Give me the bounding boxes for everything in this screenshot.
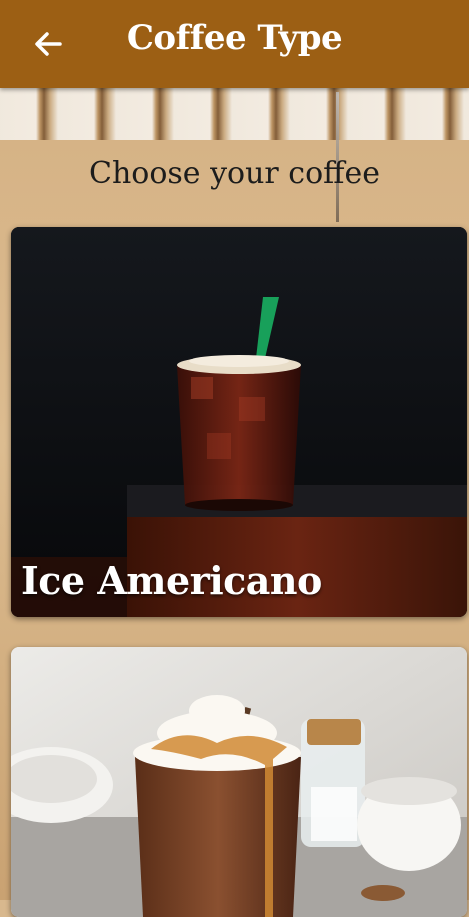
page-title: Coffee Type [126, 18, 343, 58]
app-bar: Coffee Type [0, 0, 469, 88]
caramel-latte-photo [11, 647, 467, 917]
coffee-card-ice-americano[interactable]: Ice Americano [11, 227, 467, 617]
subtitle: Choose your coffee [89, 156, 380, 191]
background-blinds [0, 88, 469, 140]
coffee-card-label: Ice Americano [21, 558, 322, 603]
coffee-card-caramel[interactable] [11, 647, 467, 917]
